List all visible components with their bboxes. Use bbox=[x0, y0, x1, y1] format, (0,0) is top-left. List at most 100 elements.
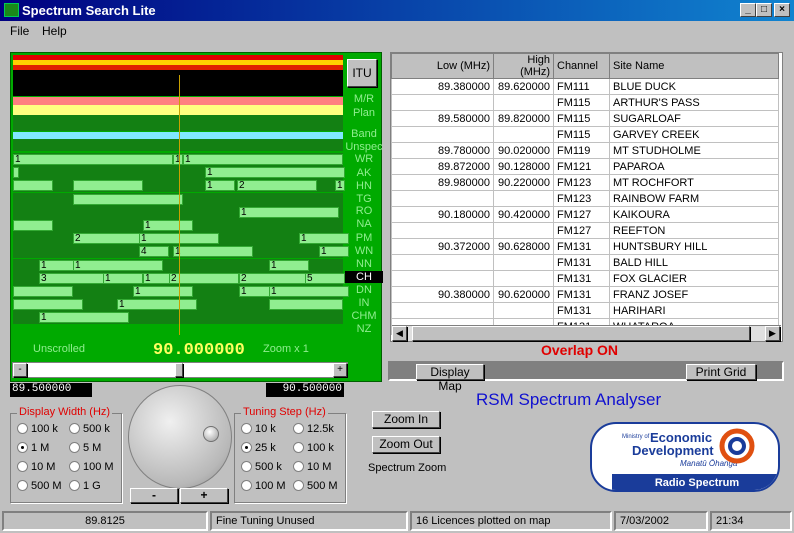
tuning-step-option[interactable]: 10 k bbox=[241, 423, 276, 435]
display-width-option[interactable]: 1 M bbox=[17, 442, 49, 454]
tuning-step-option[interactable]: 500 k bbox=[241, 461, 282, 473]
licence-bar[interactable]: 1 bbox=[133, 286, 193, 297]
band-label-nn[interactable]: NN bbox=[345, 258, 383, 270]
licence-bar[interactable]: 1 bbox=[299, 233, 349, 245]
menu-help[interactable]: Help bbox=[42, 24, 67, 38]
tuning-step-option[interactable]: 12.5k bbox=[293, 423, 334, 435]
display-width-option[interactable]: 500 M bbox=[17, 480, 62, 492]
licence-bar[interactable]: 1 bbox=[205, 167, 345, 179]
licence-bar[interactable] bbox=[13, 220, 53, 231]
radio-icon[interactable] bbox=[69, 480, 80, 491]
radio-icon[interactable] bbox=[69, 461, 80, 472]
band-label-hn[interactable]: HN bbox=[345, 180, 383, 192]
licence-bar[interactable] bbox=[13, 180, 53, 192]
licence-bar[interactable]: 1 bbox=[173, 154, 183, 165]
radio-icon[interactable] bbox=[241, 423, 252, 434]
licence-bar[interactable]: 2 bbox=[73, 233, 143, 245]
table-row[interactable]: FM127 REEFTON bbox=[391, 222, 779, 239]
tuning-step-option[interactable]: 25 k bbox=[241, 442, 276, 454]
band-label-wn[interactable]: WN bbox=[345, 245, 383, 257]
licence-bar[interactable] bbox=[13, 299, 83, 311]
tuning-knob[interactable] bbox=[128, 385, 232, 489]
licence-bar[interactable]: 1 bbox=[39, 312, 129, 324]
zoom-in-button[interactable]: Zoom In bbox=[372, 411, 440, 428]
radio-icon[interactable] bbox=[17, 480, 28, 491]
display-width-option[interactable]: 100 k bbox=[17, 423, 58, 435]
grid-scroll-thumb[interactable] bbox=[412, 326, 750, 341]
band-label-unspec[interactable]: Unspec bbox=[345, 141, 383, 153]
col-site[interactable]: Site Name bbox=[609, 53, 779, 79]
table-row[interactable]: FM123 RAINBOW FARM bbox=[391, 190, 779, 207]
band-label-chm[interactable]: CHM bbox=[345, 310, 383, 322]
display-width-option[interactable]: 100 M bbox=[69, 461, 114, 473]
display-width-option[interactable]: 500 k bbox=[69, 423, 110, 435]
licence-bar[interactable]: 1 bbox=[143, 220, 193, 231]
radio-icon[interactable] bbox=[293, 480, 304, 491]
table-row[interactable]: 89.580000 89.820000 FM115 SUGARLOAF bbox=[391, 110, 779, 127]
table-row[interactable]: 89.780000 90.020000 FM119 MT STUDHOLME bbox=[391, 142, 779, 159]
radio-icon[interactable] bbox=[17, 442, 28, 453]
licence-bar[interactable]: 1 bbox=[269, 259, 309, 271]
band-label-ch[interactable]: CH bbox=[345, 271, 383, 283]
knob-handle[interactable] bbox=[203, 426, 219, 442]
band-label-na[interactable]: NA bbox=[345, 218, 383, 230]
licence-bar[interactable]: 1 bbox=[205, 180, 235, 192]
band-label-pm[interactable]: PM bbox=[345, 232, 383, 244]
licence-bar[interactable]: 1 bbox=[335, 180, 345, 192]
licence-bar[interactable]: 4 bbox=[139, 246, 169, 258]
table-row[interactable]: 90.372000 90.628000 FM131 HUNTSBURY HILL bbox=[391, 238, 779, 255]
licence-bar[interactable] bbox=[73, 180, 143, 192]
spectrum-scrollbar[interactable]: - + bbox=[12, 362, 348, 378]
licence-bar[interactable]: 1 bbox=[269, 286, 349, 297]
band-label-band[interactable]: Band bbox=[345, 128, 383, 140]
display-width-option[interactable]: 10 M bbox=[17, 461, 55, 473]
licence-bar[interactable]: 1 bbox=[103, 272, 143, 284]
radio-icon[interactable] bbox=[17, 423, 28, 434]
licence-bar[interactable]: 1 bbox=[183, 154, 343, 165]
band-label-ak[interactable]: AK bbox=[345, 167, 383, 179]
tuning-step-option[interactable]: 500 M bbox=[293, 480, 338, 492]
maximize-button[interactable]: □ bbox=[756, 3, 772, 17]
band-label-ro[interactable]: RO bbox=[345, 205, 383, 217]
table-row[interactable]: 90.380000 90.620000 FM131 FRANZ JOSEF bbox=[391, 286, 779, 303]
band-label-in[interactable]: IN bbox=[345, 297, 383, 309]
radio-icon[interactable] bbox=[69, 423, 80, 434]
band-label-wr[interactable]: WR bbox=[345, 153, 383, 165]
band-label-dn[interactable]: DN bbox=[345, 284, 383, 296]
col-low[interactable]: Low (MHz) bbox=[391, 53, 494, 79]
band-label-mr[interactable]: M/R bbox=[345, 93, 383, 105]
grid-scroll-left-icon[interactable]: ◀ bbox=[392, 326, 407, 341]
table-row[interactable]: FM131 FOX GLACIER bbox=[391, 270, 779, 287]
grid-scrollbar[interactable]: ◀ ▶ bbox=[392, 325, 781, 341]
zoom-out-button[interactable]: Zoom Out bbox=[372, 436, 440, 453]
menu-file[interactable]: File bbox=[10, 24, 29, 38]
licence-bar[interactable]: 1 bbox=[117, 299, 197, 311]
licence-bar[interactable] bbox=[269, 299, 343, 311]
knob-plus-button[interactable]: + bbox=[180, 488, 228, 503]
tuning-step-option[interactable]: 10 M bbox=[293, 461, 331, 473]
radio-icon[interactable] bbox=[293, 442, 304, 453]
table-row[interactable]: FM115 GARVEY CREEK bbox=[391, 126, 779, 143]
band-label-tg[interactable]: TG bbox=[345, 193, 383, 205]
radio-icon[interactable] bbox=[293, 461, 304, 472]
table-row[interactable]: 90.180000 90.420000 FM127 KAIKOURA bbox=[391, 206, 779, 223]
table-row[interactable]: 89.980000 90.220000 FM123 MT ROCHFORT bbox=[391, 174, 779, 191]
radio-icon[interactable] bbox=[17, 461, 28, 472]
col-high[interactable]: High (MHz) bbox=[493, 53, 554, 79]
table-row[interactable]: FM131 HARIHARI bbox=[391, 302, 779, 319]
table-row[interactable]: 89.380000 89.620000 FM111 BLUE DUCK bbox=[391, 78, 779, 95]
scroll-right-button[interactable]: + bbox=[333, 363, 347, 377]
licence-bar[interactable]: 1 bbox=[173, 246, 253, 258]
display-width-option[interactable]: 1 G bbox=[69, 480, 101, 492]
itu-button[interactable]: ITU bbox=[347, 59, 377, 87]
licence-bar[interactable] bbox=[73, 193, 183, 205]
table-row[interactable]: 89.872000 90.128000 FM121 PAPAROA bbox=[391, 158, 779, 175]
licence-bar[interactable]: 1 bbox=[13, 154, 173, 165]
licence-bar[interactable]: 1 bbox=[73, 259, 163, 271]
minimize-button[interactable]: _ bbox=[740, 3, 756, 17]
radio-icon[interactable] bbox=[293, 423, 304, 434]
table-row[interactable]: FM115 ARTHUR'S PASS bbox=[391, 94, 779, 111]
licence-bar[interactable] bbox=[13, 167, 19, 179]
display-map-button[interactable]: Display Map bbox=[416, 364, 484, 393]
radio-icon[interactable] bbox=[69, 442, 80, 453]
